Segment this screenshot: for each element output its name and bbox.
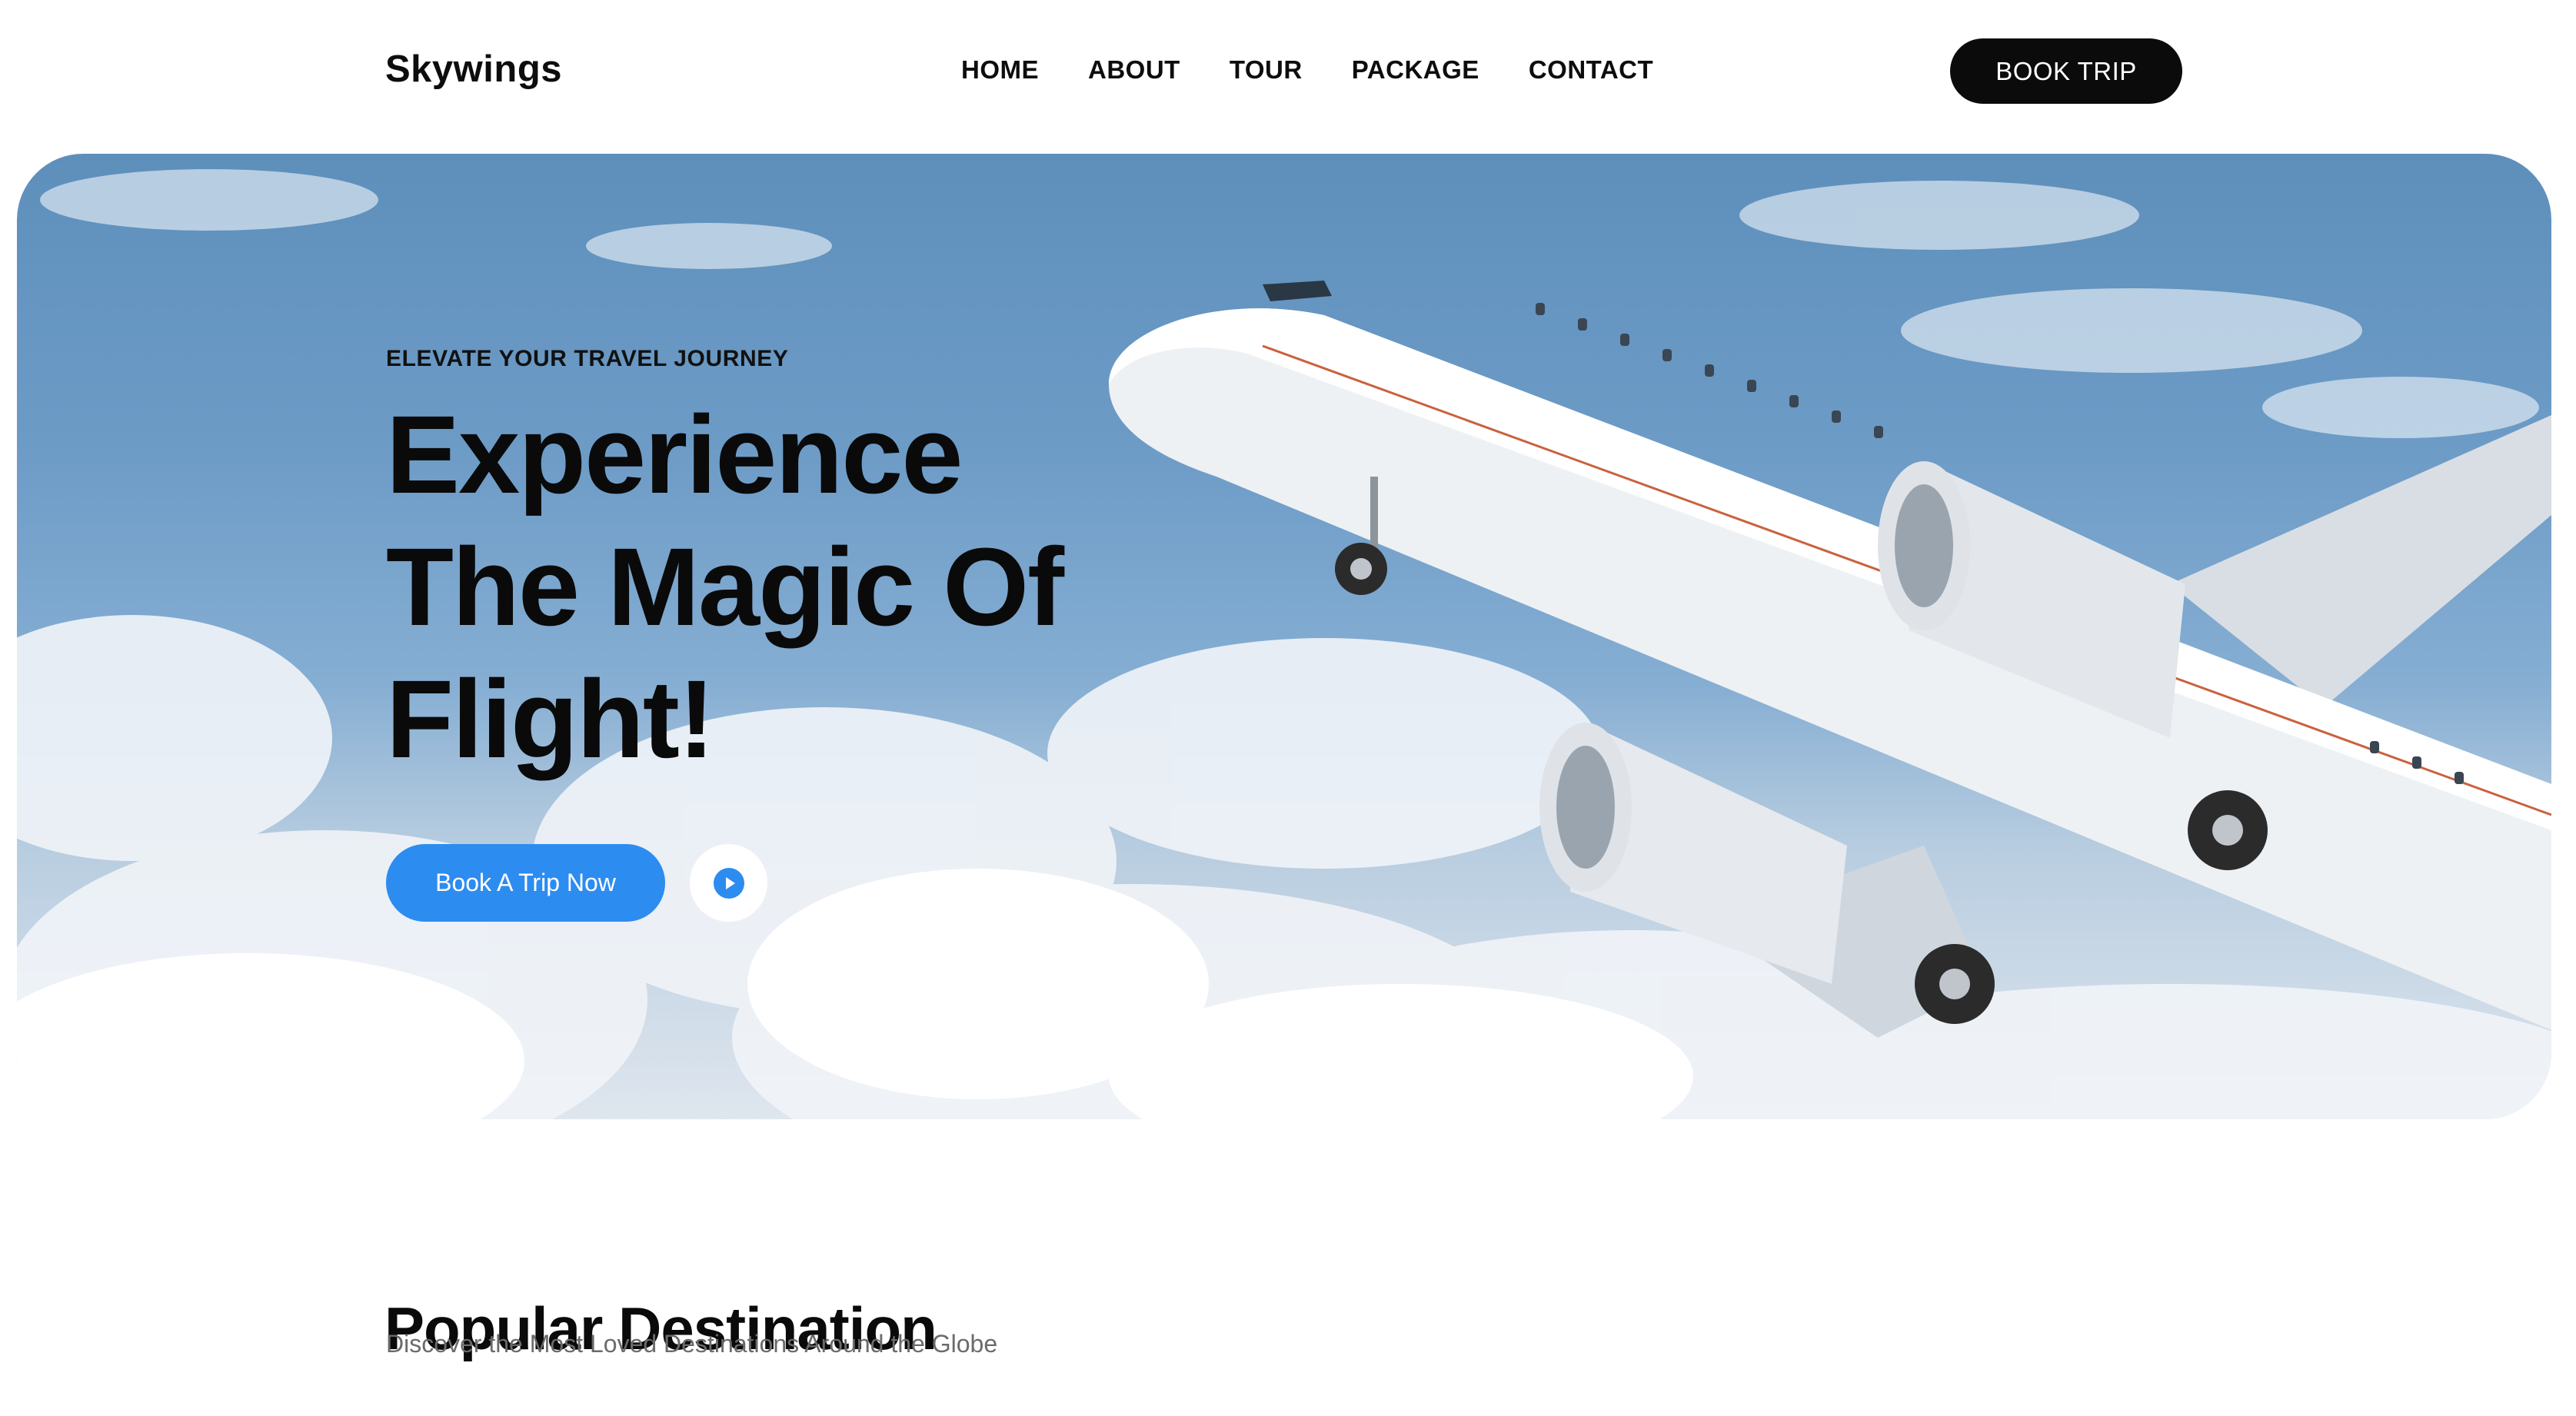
hero-headline: Experience The Magic Of Flight! [386, 389, 1232, 786]
page: Skywings HOME ABOUT TOUR PACKAGE CONTACT… [0, 0, 2576, 1416]
nav-package[interactable]: PACKAGE [1352, 55, 1479, 85]
book-trip-button[interactable]: BOOK TRIP [1950, 38, 2182, 104]
hero-actions: Book A Trip Now [386, 844, 767, 922]
nav-home[interactable]: HOME [961, 55, 1039, 85]
hero-headline-line: The Magic Of [386, 525, 1064, 649]
hero-headline-line: Flight! [386, 657, 715, 781]
hero-content: ELEVATE YOUR TRAVEL JOURNEY Experience T… [386, 346, 1232, 786]
main-nav: HOME ABOUT TOUR PACKAGE CONTACT [961, 55, 1653, 85]
hero-banner: ELEVATE YOUR TRAVEL JOURNEY Experience T… [17, 154, 2551, 1119]
popular-destination-subtitle: Discover the Most Loved Destinations Aro… [386, 1330, 998, 1358]
play-icon [713, 867, 744, 899]
book-a-trip-now-button[interactable]: Book A Trip Now [386, 844, 665, 922]
nav-about[interactable]: ABOUT [1088, 55, 1180, 85]
nav-tour[interactable]: TOUR [1230, 55, 1303, 85]
hero-eyebrow: ELEVATE YOUR TRAVEL JOURNEY [386, 346, 789, 371]
hero-headline-line: Experience [386, 393, 963, 517]
nav-contact[interactable]: CONTACT [1529, 55, 1653, 85]
site-header: Skywings HOME ABOUT TOUR PACKAGE CONTACT… [0, 0, 2576, 146]
site-logo[interactable]: Skywings [385, 48, 562, 91]
play-video-button[interactable] [690, 844, 767, 922]
